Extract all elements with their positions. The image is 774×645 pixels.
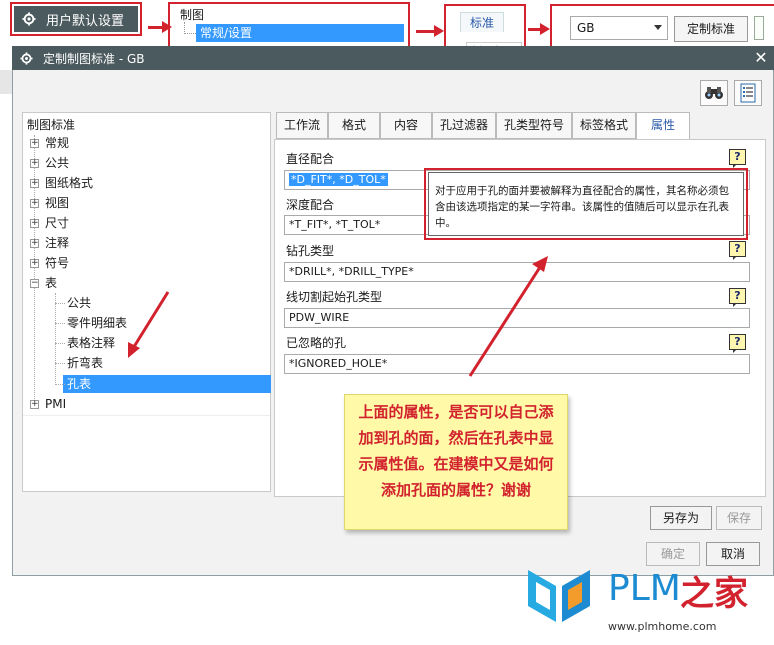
watermark-brand-cn: 之家 (680, 574, 748, 614)
plmhome-logo (528, 570, 590, 622)
save-button[interactable]: 保存 (716, 506, 762, 530)
watermark-url: www.plmhome.com (608, 620, 717, 633)
ok-button[interactable]: 确定 (646, 542, 700, 566)
watermark-brand: PLM (608, 568, 681, 609)
question-note: 上面的属性，是否可以自己添加到孔的面，然后在孔表中显示属性值。在建模中又是如何添… (344, 394, 568, 530)
cancel-button[interactable]: 取消 (706, 542, 760, 566)
save-as-button[interactable]: 另存为 (650, 506, 712, 530)
